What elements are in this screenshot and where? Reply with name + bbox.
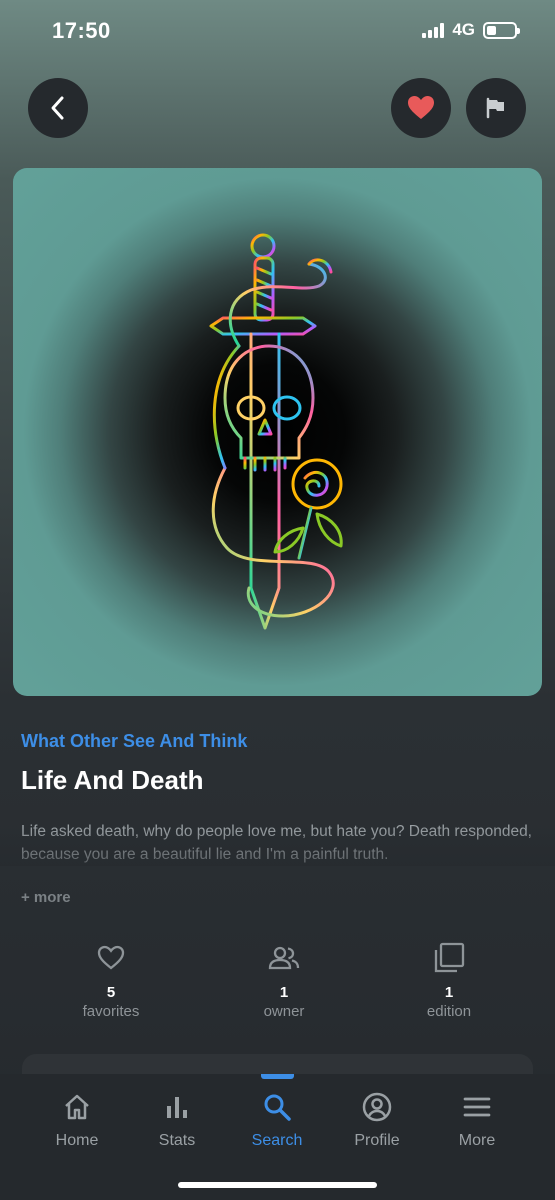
collection-subtitle[interactable]: What Other See And Think [21, 731, 247, 752]
artwork-image [13, 168, 542, 696]
report-button[interactable] [466, 78, 526, 138]
favorite-button[interactable] [391, 78, 451, 138]
stats-row: 5 favorites 1 owner 1 edition [0, 940, 555, 1030]
stat-owner[interactable]: 1 owner [209, 940, 359, 1020]
favorites-count: 5 [106, 984, 116, 1001]
artwork-description: Life asked death, why do people love me,… [21, 823, 532, 863]
stat-edition[interactable]: 1 edition [374, 940, 524, 1020]
nav-more[interactable]: More [432, 1090, 522, 1150]
battery-icon [483, 21, 520, 39]
home-icon [65, 1094, 89, 1120]
home-indicator[interactable] [178, 1182, 377, 1188]
battery-level [487, 25, 497, 35]
nav-home[interactable]: Home [32, 1090, 122, 1150]
edition-label: edition [426, 1003, 472, 1020]
status-time: 17:50 [52, 18, 111, 43]
edition-count: 1 [444, 984, 454, 1001]
owners-icon [268, 946, 300, 970]
favorites-label: favorites [82, 1003, 140, 1020]
signal-icon [422, 22, 445, 38]
network-type: 4G [452, 20, 475, 39]
stats-icon [167, 1097, 187, 1118]
search-icon [264, 1094, 291, 1121]
owner-count: 1 [279, 984, 289, 1001]
nav-profile-label: Profile [354, 1132, 400, 1149]
menu-icon [463, 1097, 491, 1117]
edition-icon [434, 942, 465, 973]
status-indicators: 4G [422, 20, 520, 40]
owner-label: owner [263, 1003, 305, 1020]
skull-dagger-snake-rose-illustration [209, 233, 343, 630]
stat-favorites[interactable]: 5 favorites [36, 940, 186, 1020]
chevron-left-icon [51, 96, 64, 120]
nav-home-label: Home [55, 1132, 99, 1149]
heart-outline-icon [97, 945, 125, 970]
flag-icon [486, 97, 504, 119]
nav-stats-label: Stats [158, 1132, 196, 1149]
status-bar: 17:50 4G [0, 0, 555, 60]
profile-icon [362, 1092, 392, 1122]
heart-icon [408, 96, 434, 119]
page-title: Life And Death [21, 765, 204, 795]
active-tab-indicator [261, 1074, 294, 1079]
nav-search[interactable]: Search [232, 1090, 322, 1150]
nav-search-label: Search [251, 1132, 303, 1149]
nav-more-label: More [458, 1132, 496, 1149]
back-button[interactable] [28, 78, 88, 138]
more-button[interactable]: + more [21, 889, 71, 906]
nav-profile[interactable]: Profile [332, 1090, 422, 1150]
nav-stats[interactable]: Stats [132, 1090, 222, 1150]
